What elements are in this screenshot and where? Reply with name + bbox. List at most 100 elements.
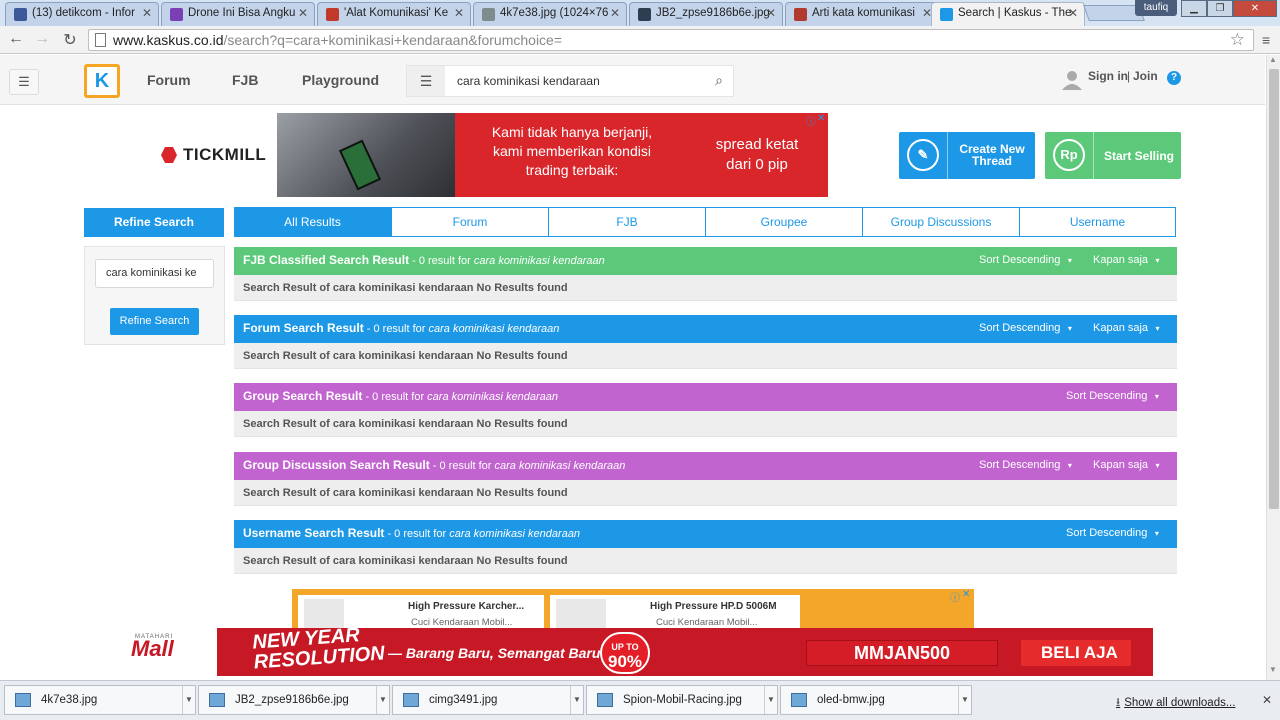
download-item[interactable]: Spion-Mobil-Racing.jpg ▼ xyxy=(586,685,778,715)
nav-playground[interactable]: Playground xyxy=(302,72,379,88)
product-image xyxy=(304,599,344,629)
browser-user-badge[interactable]: taufiq xyxy=(1135,0,1177,16)
refine-panel: cara kominikasi ke Refine Search xyxy=(84,246,225,345)
dropdown-arrow-icon[interactable]: ▼ xyxy=(764,686,777,714)
page-scrollbar[interactable]: ▲ ▼ xyxy=(1266,55,1280,680)
close-tab-icon[interactable]: ✕ xyxy=(142,6,152,20)
refine-search-input[interactable]: cara kominikasi ke xyxy=(95,259,214,288)
signin-link[interactable]: Sign in xyxy=(1088,69,1128,83)
sort-dropdown[interactable]: Sort Descending ▾ xyxy=(1066,390,1159,402)
search-options-icon[interactable]: ☰ xyxy=(407,66,445,96)
search-icon[interactable]: ⌕ xyxy=(715,72,723,89)
maximize-button[interactable]: ❐ xyxy=(1207,0,1233,17)
promo-code: MMJAN500 xyxy=(806,640,998,666)
tab-forum[interactable]: Forum xyxy=(391,207,549,237)
sort-dropdown[interactable]: Sort Descending ▾ xyxy=(979,322,1072,334)
dropdown-arrow-icon[interactable]: ▼ xyxy=(376,686,389,714)
download-item[interactable]: JB2_zpse9186b6e.jpg ▼ xyxy=(198,685,390,715)
section-header: Username Search Result - 0 result for ca… xyxy=(234,520,1177,548)
create-thread-button[interactable]: ✎ Create New Thread xyxy=(899,132,1035,179)
browser-tab[interactable]: (13) detikcom - Infor ✕ xyxy=(5,2,159,26)
close-tab-icon[interactable]: ✕ xyxy=(454,6,464,20)
back-arrow-icon[interactable]: ← xyxy=(5,30,27,48)
browser-tab-active[interactable]: Search | Kaskus - The ✕ xyxy=(931,2,1085,26)
kaskus-favicon-icon xyxy=(940,8,953,21)
group-discussion-result-section: Group Discussion Search Result - 0 resul… xyxy=(234,452,1177,506)
download-item[interactable]: 4k7e38.jpg ▼ xyxy=(4,685,196,715)
help-icon[interactable]: ? xyxy=(1167,71,1181,85)
refine-search-button[interactable]: Refine Search xyxy=(110,308,199,335)
browser-tab[interactable]: 4k7e38.jpg (1024×76 ✕ xyxy=(473,2,627,26)
tickmill-ad-banner[interactable]: TICKMILL Kami tidak hanya berjanji, kami… xyxy=(147,113,828,197)
sort-dropdown[interactable]: Sort Descending ▾ xyxy=(979,459,1072,471)
tab-favicon-icon xyxy=(170,8,183,21)
tab-username[interactable]: Username xyxy=(1019,207,1176,237)
browser-tab[interactable]: JB2_zpse9186b6e.jpg ✕ xyxy=(629,2,783,26)
banner-tagline: — Barang Baru, Semangat Baru - xyxy=(388,645,609,661)
browser-tab[interactable]: 'Alat Komunikasi' Ke ✕ xyxy=(317,2,471,26)
ad-close-icon[interactable]: ✕ xyxy=(817,113,825,124)
product-ad-banner[interactable]: High Pressure Karcher... Cuci Kendaraan … xyxy=(292,589,974,629)
matahari-mall-banner[interactable]: MATAHARI Mall NEW YEAR RESOLUTION — Baran… xyxy=(113,628,1153,676)
scroll-up-icon[interactable]: ▲ xyxy=(1269,55,1277,64)
dropdown-arrow-icon[interactable]: ▼ xyxy=(182,686,195,714)
pencil-icon: ✎ xyxy=(907,139,939,171)
ad-brand: TICKMILL xyxy=(183,145,267,164)
download-item[interactable]: cimg3491.jpg ▼ xyxy=(392,685,584,715)
ad-info-icon[interactable]: ⓘ xyxy=(806,113,816,128)
section-body: Search Result of cara kominikasi kendara… xyxy=(234,480,1177,506)
download-item[interactable]: oled-bmw.jpg ▼ xyxy=(780,685,972,715)
join-link[interactable]: Join xyxy=(1133,69,1158,83)
tab-groupee[interactable]: Groupee xyxy=(705,207,863,237)
forward-arrow-icon[interactable]: → xyxy=(31,30,53,48)
close-tab-icon[interactable]: ✕ xyxy=(610,6,620,20)
sort-dropdown[interactable]: Sort Descending ▾ xyxy=(979,254,1072,266)
close-tab-icon[interactable]: ✕ xyxy=(1068,6,1078,20)
section-header: Group Search Result - 0 result for cara … xyxy=(234,383,1177,411)
time-dropdown[interactable]: Kapan saja ▾ xyxy=(1093,322,1160,334)
ad-product-card[interactable]: High Pressure Karcher... Cuci Kendaraan … xyxy=(298,595,544,629)
dropdown-arrow-icon[interactable]: ▼ xyxy=(958,686,971,714)
kaskus-logo[interactable]: K xyxy=(84,64,120,98)
scrollbar-thumb[interactable] xyxy=(1269,69,1279,509)
menu-toggle-button[interactable]: ☰ xyxy=(9,69,39,95)
browser-tab[interactable]: Drone Ini Bisa Angku ✕ xyxy=(161,2,315,26)
minimize-button[interactable]: ▁ xyxy=(1181,0,1207,17)
nav-fjb[interactable]: FJB xyxy=(232,72,258,88)
section-body: Search Result of cara kominikasi kendara… xyxy=(234,548,1177,574)
section-title: Group Search Result xyxy=(243,389,363,403)
show-all-downloads-link[interactable]: ⭳ Show all downloads... xyxy=(1116,693,1235,714)
header-search-input[interactable]: cara kominikasi kendaraan xyxy=(457,74,600,88)
ad-info-icon[interactable]: ⓘ xyxy=(950,589,960,604)
ad-close-icon[interactable]: ✕ xyxy=(962,589,970,600)
close-tab-icon[interactable]: ✕ xyxy=(298,6,308,20)
sort-dropdown[interactable]: Sort Descending ▾ xyxy=(1066,527,1159,539)
start-selling-button[interactable]: Rp Start Selling xyxy=(1045,132,1181,179)
reload-icon[interactable]: ↻ xyxy=(59,30,81,50)
banner-headline: NEW YEAR RESOLUTION xyxy=(251,628,386,674)
tab-fjb[interactable]: FJB xyxy=(548,207,706,237)
beli-aja-button[interactable]: BELI AJA xyxy=(1021,640,1131,666)
download-arrow-icon: ⭳ xyxy=(1116,695,1121,709)
close-tab-icon[interactable]: ✕ xyxy=(766,6,776,20)
image-file-icon xyxy=(791,693,807,707)
tab-all-results[interactable]: All Results xyxy=(234,207,391,237)
scroll-down-icon[interactable]: ▼ xyxy=(1269,665,1277,674)
image-file-icon xyxy=(209,693,225,707)
url-bar[interactable]: www.kaskus.co.id/search?q=cara+kominikas… xyxy=(88,29,1254,51)
browser-tab[interactable]: Arti kata komunikasi ✕ xyxy=(785,2,939,26)
dropdown-arrow-icon[interactable]: ▼ xyxy=(570,686,583,714)
ad-product-card[interactable]: High Pressure HP.D 5006M Cuci Kendaraan … xyxy=(550,595,800,629)
bookmark-star-icon[interactable]: ☆ xyxy=(1230,30,1245,50)
image-file-icon xyxy=(15,693,31,707)
close-downloads-icon[interactable]: ✕ xyxy=(1262,693,1272,707)
time-dropdown[interactable]: Kapan saja ▾ xyxy=(1093,459,1160,471)
section-title: FJB Classified Search Result xyxy=(243,253,410,267)
close-window-button[interactable]: ✕ xyxy=(1233,0,1277,17)
matahari-mall-logo: Mall xyxy=(131,636,174,661)
browser-menu-icon[interactable]: ≡ xyxy=(1262,32,1270,48)
time-dropdown[interactable]: Kapan saja ▾ xyxy=(1093,254,1160,266)
tab-group-discussions[interactable]: Group Discussions xyxy=(862,207,1020,237)
nav-forum[interactable]: Forum xyxy=(147,72,191,88)
section-body: Search Result of cara kominikasi kendara… xyxy=(234,343,1177,369)
